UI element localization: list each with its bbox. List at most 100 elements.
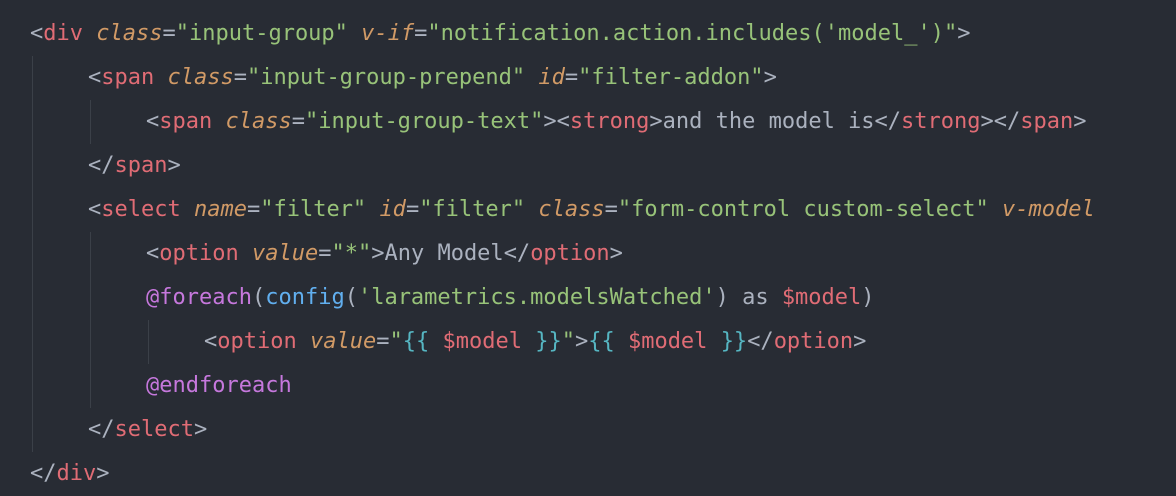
code-line[interactable]: <option value="*">Any Model</option> xyxy=(0,232,1176,276)
punctuation: </ xyxy=(503,241,531,266)
tag-name: strong xyxy=(569,109,650,134)
plain-text xyxy=(525,197,538,222)
punctuation: = xyxy=(162,21,176,46)
plain-text: and the model is xyxy=(662,109,875,134)
punctuation: > xyxy=(96,461,110,486)
punctuation: </ xyxy=(88,153,115,178)
attribute-name: class xyxy=(167,65,234,90)
punctuation: = xyxy=(376,329,390,354)
plain-text xyxy=(366,197,379,222)
tag-name: option xyxy=(159,241,239,266)
punctuation: = xyxy=(405,197,420,222)
code-line[interactable]: </select> xyxy=(0,408,1176,452)
punctuation: > xyxy=(1073,109,1087,134)
punctuation: = xyxy=(246,197,261,222)
code-line[interactable]: </div> xyxy=(0,452,1176,496)
tag-name: span xyxy=(1020,109,1074,134)
punctuation: > xyxy=(167,153,181,178)
attribute-name: value xyxy=(251,241,319,266)
tag-name: option xyxy=(530,241,610,266)
plain-text xyxy=(989,197,1002,222)
code-line[interactable]: @endforeach xyxy=(0,364,1176,408)
code-line[interactable]: <span class="input-group-text"><strong>a… xyxy=(0,100,1176,144)
tag-name: span xyxy=(159,109,213,134)
attribute-name: value xyxy=(309,329,377,354)
punctuation: </ xyxy=(88,417,115,442)
attribute-name: name xyxy=(193,197,247,222)
plain-text xyxy=(297,329,310,354)
code-line[interactable]: </span> xyxy=(0,144,1176,188)
variable-name: $model xyxy=(627,329,708,354)
punctuation: > xyxy=(649,109,663,134)
attribute-name: v-model xyxy=(1002,197,1095,222)
blade-brace: {{ xyxy=(588,329,615,354)
blade-directive: @endforeach xyxy=(146,373,292,398)
plain-text xyxy=(83,21,96,46)
blade-brace: }} xyxy=(535,329,562,354)
plain-text xyxy=(348,21,361,46)
punctuation: = xyxy=(564,65,579,90)
string-literal: " xyxy=(389,329,403,354)
plain-text xyxy=(615,329,628,354)
plain-text xyxy=(525,65,538,90)
punctuation: = xyxy=(233,65,247,90)
punctuation: < xyxy=(88,65,102,90)
code-line[interactable]: <span class="input-group-prepend" id="fi… xyxy=(0,56,1176,100)
tag-name: select xyxy=(114,417,194,442)
punctuation: </ xyxy=(30,461,57,486)
code-line[interactable]: <option value="{{ $model }}">{{ $model }… xyxy=(0,320,1176,364)
blade-brace: }} xyxy=(720,329,748,354)
punctuation: = xyxy=(414,21,428,46)
tag-name: strong xyxy=(901,109,981,134)
plain-text xyxy=(522,329,535,354)
punctuation: < xyxy=(204,329,218,354)
plain-text xyxy=(239,241,252,266)
tag-name: div xyxy=(56,461,97,486)
function-name: config xyxy=(265,285,345,310)
blade-brace: {{ xyxy=(402,329,430,354)
punctuation: < xyxy=(146,109,160,134)
punctuation: = xyxy=(604,197,618,222)
punctuation: >< xyxy=(543,109,570,134)
plain-text: Any Model xyxy=(384,241,504,266)
punctuation: < xyxy=(30,21,44,46)
string-literal: "input-group-prepend" xyxy=(246,65,526,90)
punctuation: > xyxy=(853,329,867,354)
punctuation: ( xyxy=(251,285,266,310)
attribute-name: id xyxy=(379,197,406,222)
string-literal: "input-group-text" xyxy=(304,109,544,134)
punctuation: ></ xyxy=(980,109,1021,134)
punctuation: ( xyxy=(344,285,358,310)
string-literal: "*" xyxy=(331,241,372,266)
string-literal: " xyxy=(561,329,575,354)
attribute-name: class xyxy=(538,197,605,222)
punctuation: > xyxy=(574,329,589,354)
blade-directive: @foreach xyxy=(146,285,252,310)
plain-text xyxy=(707,329,720,354)
string-literal: 'larametrics.modelsWatched' xyxy=(357,285,716,310)
tag-name: option xyxy=(217,329,297,354)
code-line[interactable]: @foreach(config('larametrics.modelsWatch… xyxy=(0,276,1176,320)
code-editor[interactable]: <div class="input-group" v-if="notificat… xyxy=(0,0,1176,496)
punctuation: = xyxy=(318,241,332,266)
attribute-name: class xyxy=(96,21,163,46)
attribute-name: id xyxy=(538,65,565,90)
attribute-name: class xyxy=(225,109,292,134)
punctuation: </ xyxy=(747,329,774,354)
plain-text xyxy=(154,65,167,90)
punctuation: > xyxy=(193,417,208,442)
punctuation: > xyxy=(609,241,623,266)
plain-text: as xyxy=(728,285,782,310)
code-line[interactable]: <div class="input-group" v-if="notificat… xyxy=(0,12,1176,56)
string-literal: "filter" xyxy=(260,197,367,222)
code-line[interactable]: <select name="filter" id="filter" class=… xyxy=(0,188,1176,232)
string-literal: "notification.action.includes('model_')" xyxy=(427,21,958,46)
string-literal: "input-group" xyxy=(175,21,348,46)
string-literal: "filter-addon" xyxy=(578,65,764,90)
plain-text xyxy=(212,109,225,134)
tag-name: span xyxy=(101,65,155,90)
tag-name: select xyxy=(101,197,181,222)
variable-name: $model xyxy=(781,285,862,310)
plain-text xyxy=(181,197,194,222)
string-literal: "filter" xyxy=(419,197,526,222)
